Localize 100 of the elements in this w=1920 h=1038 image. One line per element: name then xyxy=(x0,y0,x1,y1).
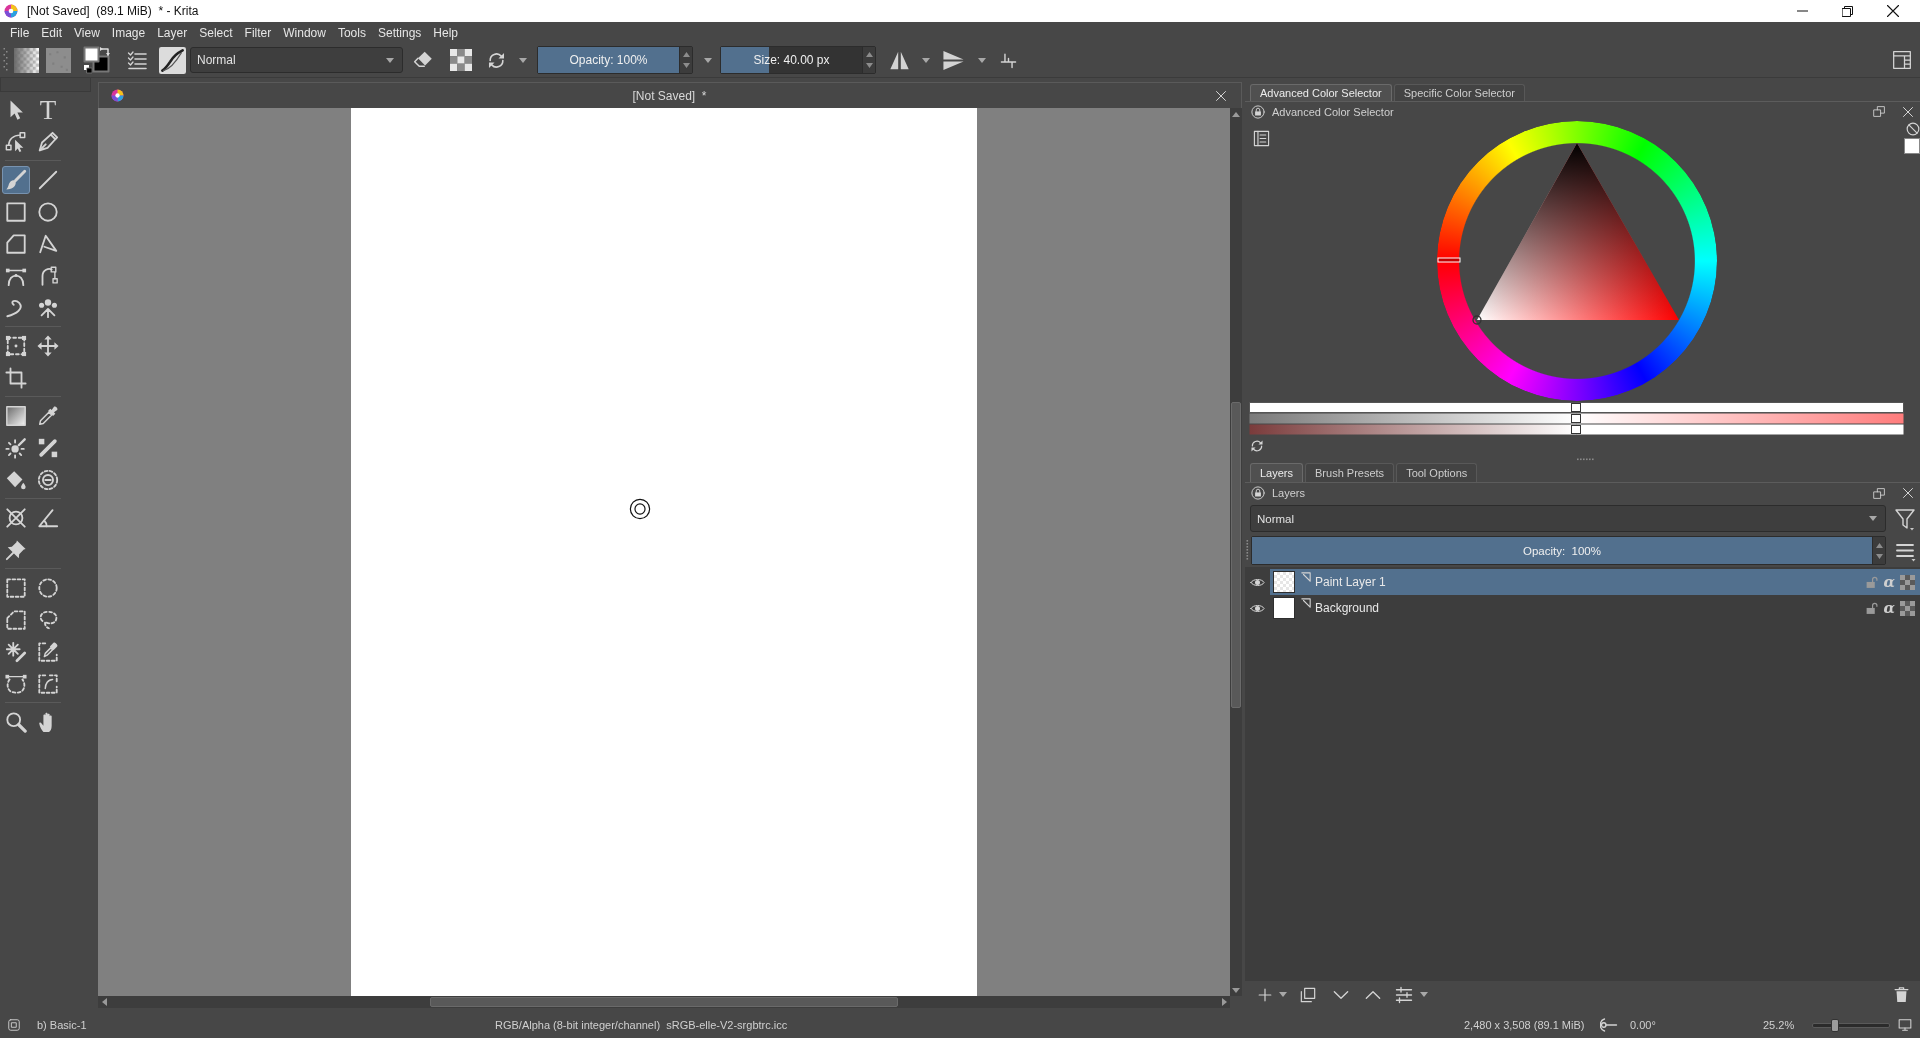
canvas-area[interactable] xyxy=(98,108,1230,996)
caret-icon[interactable] xyxy=(1279,992,1287,997)
scrollbar-thumb[interactable] xyxy=(430,997,898,1007)
refresh-icon[interactable] xyxy=(1250,439,1264,453)
docker-tab[interactable]: Brush Presets xyxy=(1305,463,1395,482)
caret-icon[interactable] xyxy=(1869,516,1877,521)
caret-icon[interactable] xyxy=(519,57,527,63)
splitter-handle[interactable] xyxy=(1576,457,1595,461)
shade-selector[interactable] xyxy=(1249,402,1904,435)
spin-arrows-icon[interactable] xyxy=(682,51,690,69)
caret-icon[interactable] xyxy=(386,57,394,63)
restore-icon xyxy=(1842,5,1853,17)
filter-icon[interactable] xyxy=(1895,506,1915,531)
menu-item[interactable]: Filter xyxy=(238,22,278,43)
menu-item[interactable]: Layer xyxy=(151,22,194,43)
color-swatch[interactable] xyxy=(1904,138,1920,154)
angle-icon xyxy=(37,507,59,529)
crop-marks-icon[interactable] xyxy=(1000,51,1017,69)
checkerboard-icon[interactable] xyxy=(450,49,472,71)
split-triangle-icon[interactable] xyxy=(942,48,965,72)
tool-button[interactable] xyxy=(2,364,30,392)
checkerboard-icon[interactable] xyxy=(1900,574,1915,590)
caret-icon[interactable] xyxy=(978,57,986,63)
menu-item[interactable]: File xyxy=(4,22,36,43)
grip-handle[interactable] xyxy=(3,48,8,72)
blend-mode-dropdown[interactable]: Normal xyxy=(190,47,403,73)
settings-list-icon[interactable] xyxy=(1253,130,1270,147)
close-icon[interactable] xyxy=(1902,487,1914,499)
prohibited-icon[interactable] xyxy=(1906,122,1920,136)
plus-icon[interactable] xyxy=(1258,987,1272,1002)
zoom-level: 25.2% xyxy=(1763,1019,1795,1031)
menu-item[interactable]: Window xyxy=(277,22,332,43)
layer-row[interactable]: Background α xyxy=(1270,595,1920,621)
transform-icon xyxy=(5,335,27,357)
lock-icon[interactable] xyxy=(1251,104,1265,119)
hue-handle[interactable] xyxy=(1437,257,1460,263)
caret-icon[interactable] xyxy=(1420,992,1428,997)
monitor-icon[interactable] xyxy=(1898,1018,1912,1032)
menu-item[interactable]: Settings xyxy=(371,22,428,43)
docker-tab[interactable]: Specific Color Selector xyxy=(1393,84,1525,101)
menu-item[interactable]: Image xyxy=(105,22,152,43)
menu-item[interactable]: View xyxy=(68,22,106,43)
node-edit-icon xyxy=(5,131,27,153)
move-icon xyxy=(37,335,59,357)
menu-item[interactable]: Help xyxy=(427,22,464,43)
pattern-swatch-icon[interactable] xyxy=(46,47,71,73)
docker-tab[interactable]: Tool Options xyxy=(1396,463,1478,482)
image-size-label: 2,480 x 3,508 (89.1 MiB) xyxy=(1464,1019,1585,1031)
color-picker-handle[interactable] xyxy=(1471,315,1482,325)
square-icon xyxy=(5,201,27,223)
menu-item[interactable]: Select xyxy=(193,22,239,43)
layer-name: Background xyxy=(1315,601,1380,615)
docker-tab[interactable]: Advanced Color Selector xyxy=(1250,84,1392,101)
arrow-down-icon[interactable] xyxy=(1232,986,1240,994)
float-icon[interactable] xyxy=(1873,105,1886,118)
slider-handle[interactable] xyxy=(1831,1018,1840,1032)
tool-button[interactable]: T xyxy=(34,96,62,124)
menu-item[interactable]: Tools xyxy=(331,22,372,43)
rotation-icon[interactable] xyxy=(1600,1016,1618,1034)
gradient-swatch-icon[interactable] xyxy=(14,47,39,73)
rounded-square-icon[interactable] xyxy=(8,1019,20,1031)
grip-handle[interactable] xyxy=(1246,539,1249,562)
pen-nib-icon xyxy=(37,131,59,153)
arrow-right-icon[interactable] xyxy=(1220,998,1228,1006)
arrow-up-icon[interactable] xyxy=(1232,110,1240,118)
alpha-lock-toggle[interactable]: α xyxy=(1883,600,1895,616)
vertical-scrollbar[interactable] xyxy=(1230,108,1242,996)
dashed-ring-icon xyxy=(37,469,59,491)
circle-icon xyxy=(37,201,59,223)
checkerboard-icon[interactable] xyxy=(1900,600,1915,616)
caret-icon[interactable] xyxy=(922,57,930,63)
reload-icon[interactable] xyxy=(487,50,506,70)
layer-row[interactable]: Paint Layer 1 α xyxy=(1270,569,1920,595)
layer-name: Paint Layer 1 xyxy=(1315,575,1386,589)
magic-wand-icon xyxy=(5,641,27,663)
blend-mode-dropdown[interactable]: Normal xyxy=(1250,505,1886,532)
menu-item[interactable]: Edit xyxy=(35,22,69,43)
trash-icon[interactable] xyxy=(1893,986,1910,1003)
horizontal-scrollbar[interactable] xyxy=(98,996,1230,1008)
scrollbar-thumb[interactable] xyxy=(1231,402,1241,708)
workspace-icon[interactable] xyxy=(1892,50,1912,70)
sliders-icon[interactable] xyxy=(1395,985,1413,1004)
close-icon[interactable] xyxy=(1902,105,1914,118)
float-icon[interactable] xyxy=(1873,486,1886,500)
list-lines-icon[interactable] xyxy=(127,50,147,70)
eraser-icon[interactable] xyxy=(413,50,433,70)
spin-arrows-icon[interactable] xyxy=(1875,541,1883,560)
docker-tab[interactable]: Layers xyxy=(1250,463,1304,482)
color-swatches-icon[interactable] xyxy=(83,46,113,74)
caret-icon[interactable] xyxy=(704,57,712,63)
close-icon xyxy=(1886,5,1899,17)
duplicate-icon[interactable] xyxy=(1300,986,1316,1003)
docker-title: Advanced Color Selector xyxy=(1272,105,1394,118)
brush-stroke-preview[interactable] xyxy=(159,46,186,74)
lock-icon[interactable] xyxy=(1251,486,1265,500)
tool-button[interactable] xyxy=(2,166,30,194)
close-icon[interactable] xyxy=(1215,89,1227,102)
spin-arrows-icon[interactable] xyxy=(865,51,873,69)
padlock-open-icon[interactable] xyxy=(1865,601,1879,615)
arrow-left-icon[interactable] xyxy=(100,998,108,1006)
